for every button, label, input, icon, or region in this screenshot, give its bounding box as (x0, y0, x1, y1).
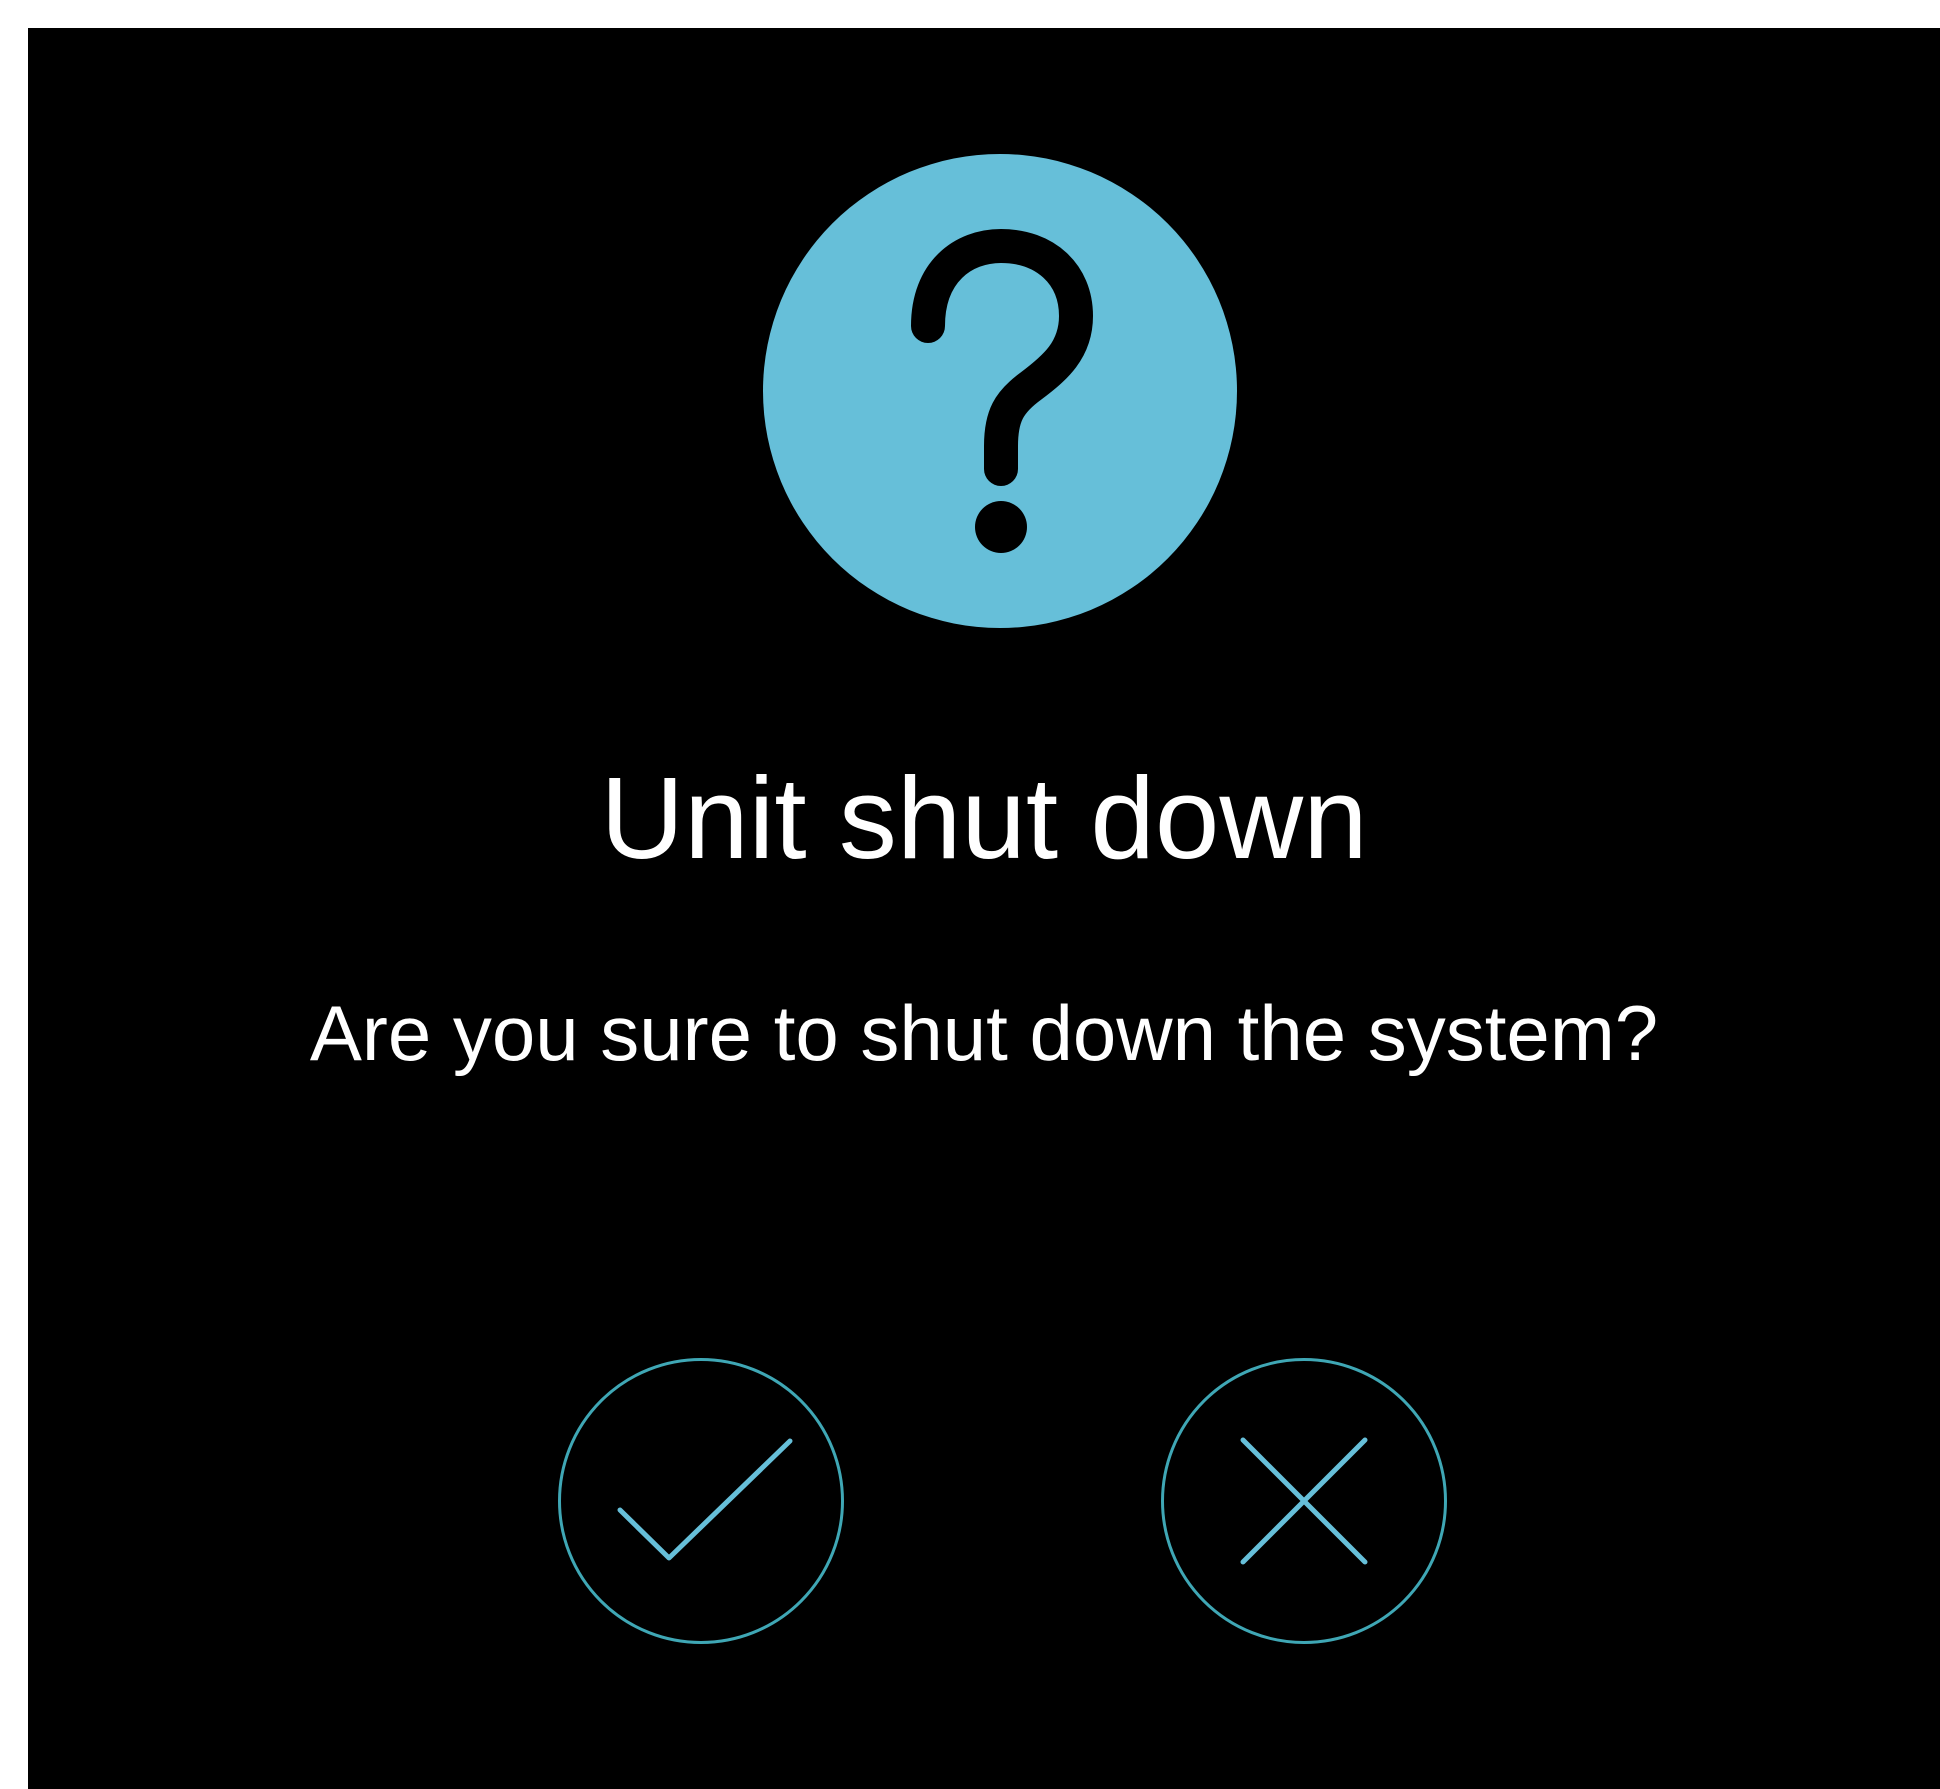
checkmark-icon (617, 1438, 793, 1561)
question-mark-icon (763, 154, 1237, 628)
shutdown-dialog: Unit shut down Are you sure to shut down… (28, 28, 1940, 1789)
dialog-message: Are you sure to shut down the system? (309, 989, 1659, 1077)
confirm-button[interactable] (558, 1358, 844, 1644)
question-mark-glyph (911, 229, 1093, 553)
cancel-button[interactable] (1161, 1358, 1447, 1644)
dialog-title: Unit shut down (600, 753, 1368, 883)
close-icon (1240, 1437, 1368, 1565)
